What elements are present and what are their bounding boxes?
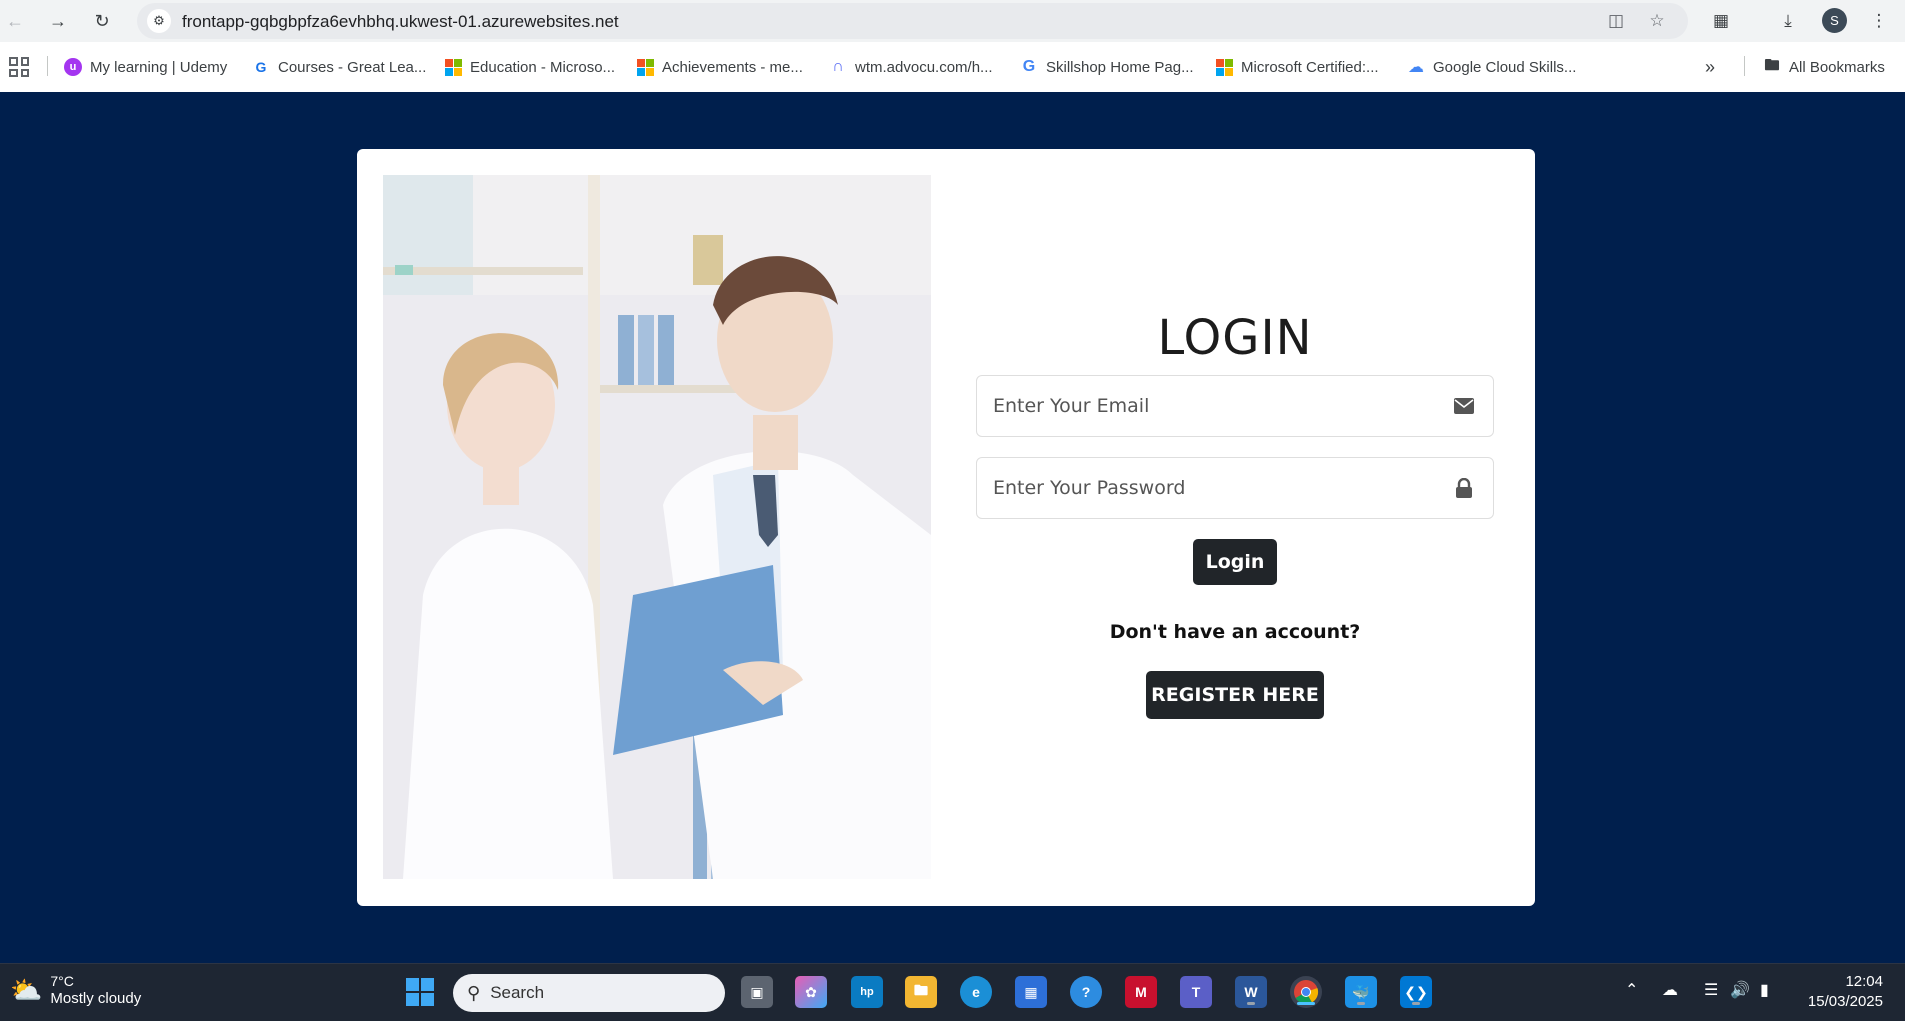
browser-toolbar: ← → ↻ ⚙ frontapp-gqbgbpfza6evhbhq.ukwest…: [0, 0, 1905, 42]
menu-kebab-icon[interactable]: ⋮: [1866, 8, 1892, 34]
udemy-icon: u: [64, 58, 82, 76]
battery-icon[interactable]: ▮: [1760, 980, 1769, 1000]
task-view-icon[interactable]: ▣: [741, 976, 773, 1008]
login-title: LOGIN: [1157, 310, 1313, 366]
forward-icon[interactable]: →: [45, 8, 71, 34]
bookmark-label: My learning | Udemy: [90, 58, 228, 76]
word-icon[interactable]: W: [1235, 976, 1267, 1008]
all-bookmarks-folder[interactable]: 🖿 All Bookmarks: [1763, 55, 1885, 79]
browser-chrome: ← → ↻ ⚙ frontapp-gqbgbpfza6evhbhq.ukwest…: [0, 0, 1905, 92]
site-info-icon[interactable]: ⚙: [147, 9, 171, 33]
bookmark-label: wtm.advocu.com/h...: [855, 58, 993, 76]
search-label: Search: [490, 983, 545, 1002]
chrome-icon[interactable]: [1290, 976, 1322, 1008]
doctors-photo: [383, 175, 931, 879]
all-bookmarks-label: All Bookmarks: [1789, 58, 1885, 76]
bookmark-skillshop[interactable]: G Skillshop Home Pag...: [1020, 55, 1194, 79]
bookmarks-bar: u My learning | Udemy G Courses - Great …: [0, 50, 1905, 84]
taskbar-search[interactable]: ⚲ Search: [453, 974, 725, 1012]
bookmark-microsoft-certified[interactable]: Microsoft Certified:...: [1215, 55, 1379, 79]
bookmark-label: Skillshop Home Pag...: [1046, 58, 1194, 76]
vscode-icon[interactable]: ❮❯: [1400, 976, 1432, 1008]
folder-icon: 🖿: [1764, 56, 1780, 74]
url-text[interactable]: frontapp-gqbgbpfza6evhbhq.ukwest-01.azur…: [182, 12, 619, 32]
bookmark-wtm-advocu[interactable]: ∩ wtm.advocu.com/h...: [829, 55, 993, 79]
bookmark-label: Google Cloud Skills...: [1433, 58, 1577, 76]
weather-desc: Mostly cloudy: [50, 990, 142, 1007]
windows-taskbar: ⛅ 7°C Mostly cloudy ⚲ Search ▣ ✿ hp 🖿 e …: [0, 963, 1905, 1021]
clock-time: 12:04: [1845, 973, 1883, 990]
bookmark-great-learning[interactable]: G Courses - Great Lea...: [252, 55, 427, 79]
bookmark-label: Achievements - me...: [662, 58, 803, 76]
email-input[interactable]: [977, 376, 1493, 436]
reload-icon[interactable]: ↻: [89, 8, 115, 34]
bookmark-label: Courses - Great Lea...: [278, 58, 427, 76]
password-field-wrapper: [976, 457, 1494, 519]
google-icon: G: [1022, 58, 1036, 75]
magnet-icon: ∩: [832, 58, 844, 75]
myhp-icon[interactable]: hp: [851, 976, 883, 1008]
profile-avatar[interactable]: S: [1822, 8, 1847, 33]
weather-widget[interactable]: ⛅ 7°C Mostly cloudy: [10, 972, 141, 1008]
microsoft-store-icon[interactable]: ▦: [1015, 976, 1047, 1008]
search-icon: ⚲: [467, 982, 481, 1003]
teams-icon[interactable]: T: [1180, 976, 1212, 1008]
back-icon[interactable]: ←: [2, 8, 28, 34]
microsoft-icon: [444, 58, 462, 76]
bookmark-udemy[interactable]: u My learning | Udemy: [64, 55, 227, 79]
bookmark-label: Education - Microso...: [470, 58, 616, 76]
microsoft-icon: [636, 58, 654, 76]
login-form: LOGIN Login Don't have an account? REGIS…: [976, 309, 1494, 719]
edge-icon[interactable]: e: [960, 976, 992, 1008]
login-button[interactable]: Login: [1193, 539, 1277, 585]
bookmarks-divider: [47, 56, 48, 76]
great-learning-icon: G: [255, 59, 267, 75]
bookmark-star-icon[interactable]: ☆: [1645, 9, 1669, 33]
system-clock[interactable]: 12:04 15/03/2025: [1800, 972, 1883, 1012]
file-explorer-icon[interactable]: 🖿: [905, 976, 937, 1008]
google-cloud-icon: ☁: [1408, 59, 1424, 76]
weather-temp: 7°C: [50, 973, 74, 989]
onedrive-error-icon[interactable]: ☁: [1662, 980, 1678, 1000]
volume-icon[interactable]: 🔊: [1730, 980, 1750, 1000]
password-input[interactable]: [977, 458, 1493, 518]
mcafee-icon[interactable]: M: [1125, 976, 1157, 1008]
copilot-icon[interactable]: ✿: [795, 976, 827, 1008]
show-hidden-icons-chevron-icon[interactable]: ⌃: [1625, 980, 1638, 1000]
register-button[interactable]: REGISTER HERE: [1146, 671, 1324, 719]
bookmark-google-cloud[interactable]: ☁ Google Cloud Skills...: [1407, 55, 1576, 79]
bookmark-education-microsoft[interactable]: Education - Microso...: [444, 55, 615, 79]
bookmarks-divider: [1744, 56, 1745, 76]
login-card: LOGIN Login Don't have an account? REGIS…: [357, 149, 1535, 906]
email-field-wrapper: [976, 375, 1494, 437]
windows-start-icon[interactable]: [404, 976, 436, 1008]
clock-date: 15/03/2025: [1807, 993, 1883, 1010]
more-bookmarks-chevron-icon[interactable]: »: [1705, 55, 1715, 79]
no-account-text: Don't have an account?: [1109, 621, 1361, 643]
cloudy-weather-icon: ⛅: [10, 974, 43, 1005]
lock-icon: [1453, 477, 1475, 499]
bookmark-achievements[interactable]: Achievements - me...: [636, 55, 803, 79]
extensions-icon[interactable]: ▦: [1708, 8, 1734, 34]
install-app-icon[interactable]: ◫: [1604, 9, 1628, 33]
docker-icon[interactable]: 🐳: [1345, 976, 1377, 1008]
downloads-icon[interactable]: ⤓: [1775, 8, 1801, 34]
microsoft-icon: [1215, 58, 1233, 76]
address-bar[interactable]: ⚙ frontapp-gqbgbpfza6evhbhq.ukwest-01.az…: [137, 3, 1688, 39]
envelope-icon: [1453, 395, 1475, 417]
help-icon[interactable]: ?: [1070, 976, 1102, 1008]
wifi-icon[interactable]: ☰: [1704, 980, 1718, 1000]
apps-grid-icon[interactable]: [9, 57, 29, 77]
bookmark-label: Microsoft Certified:...: [1241, 58, 1379, 76]
